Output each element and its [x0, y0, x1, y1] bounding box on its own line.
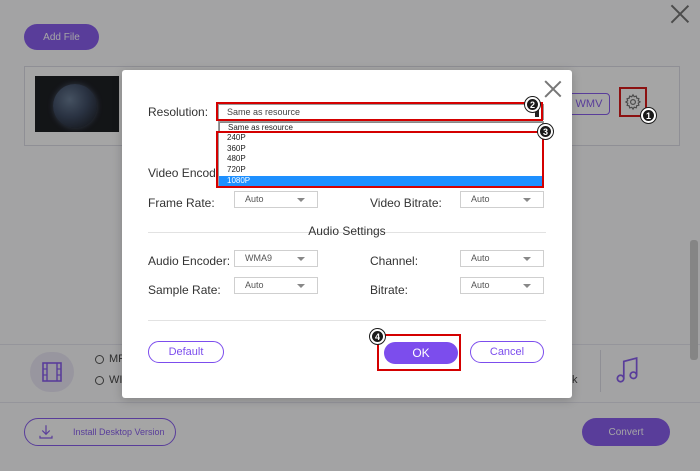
- audio-encoder-select[interactable]: WMA9: [234, 250, 318, 267]
- sample-rate-value: Auto: [245, 280, 264, 290]
- chevron-down-icon: [297, 284, 305, 288]
- bitrate-label: Bitrate:: [370, 283, 409, 297]
- step-marker: 2: [525, 97, 540, 112]
- audio-settings-title: Audio Settings: [308, 224, 386, 238]
- chevron-down-icon: [297, 257, 305, 261]
- channel-select[interactable]: Auto: [460, 250, 544, 267]
- highlight-box-ok: [377, 334, 461, 371]
- dialog-close-icon[interactable]: [544, 80, 562, 98]
- video-bitrate-select[interactable]: Auto: [460, 191, 544, 208]
- divider: [148, 320, 546, 321]
- chevron-down-icon: [297, 198, 305, 202]
- frame-rate-select[interactable]: Auto: [234, 191, 318, 208]
- sample-rate-select[interactable]: Auto: [234, 277, 318, 294]
- frame-rate-value: Auto: [245, 194, 264, 204]
- step-marker: 3: [538, 124, 553, 139]
- bitrate-select[interactable]: Auto: [460, 277, 544, 294]
- default-button[interactable]: Default: [148, 341, 224, 363]
- audio-encoder-value: WMA9: [245, 253, 272, 263]
- step-marker: 4: [370, 329, 385, 344]
- chevron-down-icon: [523, 284, 531, 288]
- sample-rate-label: Sample Rate:: [148, 283, 221, 297]
- channel-value: Auto: [471, 253, 490, 263]
- audio-encoder-label: Audio Encoder:: [148, 254, 231, 268]
- highlight-box-options: [216, 131, 544, 188]
- resolution-label: Resolution:: [148, 105, 209, 119]
- chevron-down-icon: [523, 198, 531, 202]
- bitrate-value: Auto: [471, 280, 490, 290]
- video-encoder-label: Video Encode: [148, 166, 223, 180]
- highlight-box-resolution: [216, 102, 543, 121]
- cancel-button[interactable]: Cancel: [470, 341, 544, 363]
- chevron-down-icon: [523, 257, 531, 261]
- frame-rate-label: Frame Rate:: [148, 196, 215, 210]
- channel-label: Channel:: [370, 254, 419, 268]
- step-marker: 1: [641, 108, 656, 123]
- video-bitrate-value: Auto: [471, 194, 490, 204]
- video-bitrate-label: Video Bitrate:: [370, 196, 442, 210]
